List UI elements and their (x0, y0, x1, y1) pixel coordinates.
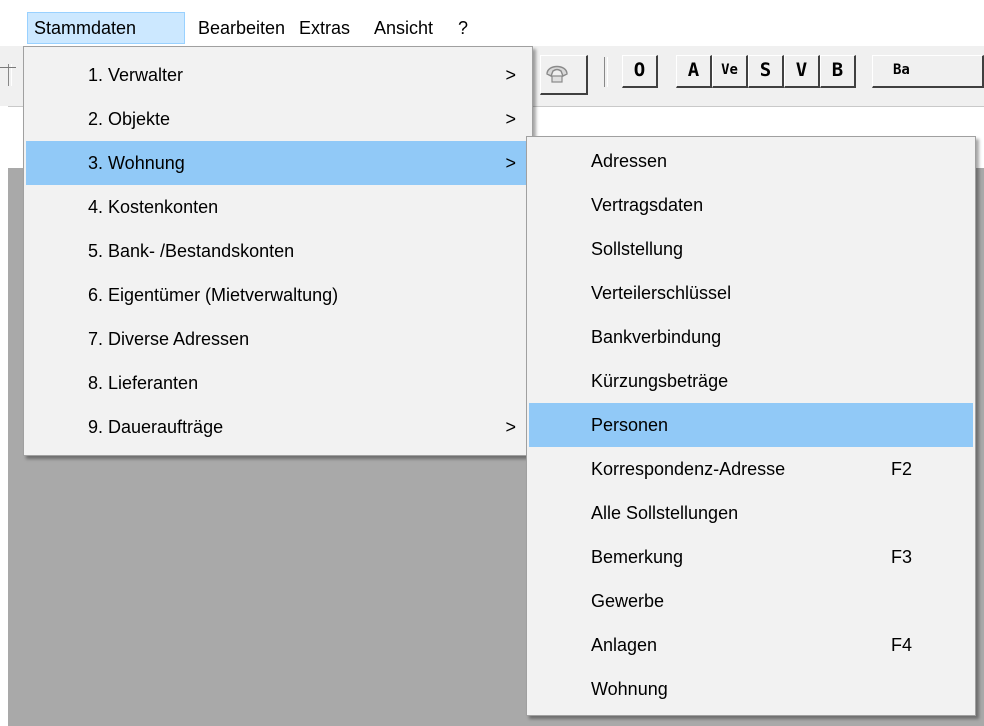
menu-bar: Stammdaten Bearbeiten Extras Ansicht ? (0, 0, 984, 46)
menu-item-bestandskonten[interactable]: 5. Bank- /Bestandskonten (26, 229, 530, 273)
menu-bearbeiten[interactable]: Bearbeiten (192, 12, 291, 44)
chevron-right-icon: > (505, 65, 516, 85)
menu-item-eigentuemer[interactable]: 6. Eigentümer (Mietverwaltung) (26, 273, 530, 317)
wohnung-submenu: Adressen Vertragsdaten Sollstellung Vert… (526, 136, 976, 716)
menu-item-wohnung[interactable]: 3. Wohnung > (26, 141, 530, 185)
toolbar-button-o[interactable]: O (622, 55, 658, 88)
menu-ansicht[interactable]: Ansicht (368, 12, 439, 44)
submenu-item-gewerbe[interactable]: Gewerbe (529, 579, 973, 623)
menu-stammdaten[interactable]: Stammdaten (27, 12, 185, 44)
chevron-right-icon: > (505, 417, 516, 437)
submenu-item-sollstellung[interactable]: Sollstellung (529, 227, 973, 271)
submenu-item-wohnung[interactable]: Wohnung (529, 667, 973, 711)
toolbar-button-ve[interactable]: Ve (712, 55, 748, 88)
submenu-item-verteilerschluessel[interactable]: Verteilerschlüssel (529, 271, 973, 315)
toolbar-separator (604, 57, 608, 87)
shortcut-label: F2 (891, 459, 913, 479)
submenu-item-korrespondenz-adresse[interactable]: Korrespondenz-Adresse F2 (529, 447, 973, 491)
menu-help[interactable]: ? (452, 12, 474, 44)
submenu-item-personen[interactable]: Personen (529, 403, 973, 447)
submenu-item-anlagen[interactable]: Anlagen F4 (529, 623, 973, 667)
menu-item-lieferanten[interactable]: 8. Lieferanten (26, 361, 530, 405)
phone-icon (541, 65, 573, 90)
stammdaten-menu: 1. Verwalter > 2. Objekte > 3. Wohnung >… (23, 46, 533, 456)
menu-item-kostenkonten[interactable]: 4. Kostenkonten (26, 185, 530, 229)
toolbar-button-v[interactable]: V (784, 55, 820, 88)
submenu-item-bemerkung[interactable]: Bemerkung F3 (529, 535, 973, 579)
toolbar-divider (0, 67, 16, 68)
menu-item-dauerauftraege[interactable]: 9. Daueraufträge > (26, 405, 530, 449)
submenu-item-adressen[interactable]: Adressen (529, 139, 973, 183)
submenu-item-bankverbindung[interactable]: Bankverbindung (529, 315, 973, 359)
toolbar-button-ba[interactable]: Ba (872, 55, 984, 88)
submenu-item-alle-sollstellungen[interactable]: Alle Sollstellungen (529, 491, 973, 535)
toolbar-button-s[interactable]: S (748, 55, 784, 88)
toolbar-button-a[interactable]: A (676, 55, 712, 88)
submenu-item-kuerzungsbetraege[interactable]: Kürzungsbeträge (529, 359, 973, 403)
submenu-item-vertragsdaten[interactable]: Vertragsdaten (529, 183, 973, 227)
workspace-border (0, 106, 8, 726)
shortcut-label: F3 (891, 547, 913, 567)
chevron-right-icon: > (505, 153, 516, 173)
shortcut-label: F4 (891, 635, 913, 655)
chevron-right-icon: > (505, 109, 516, 129)
menu-extras[interactable]: Extras (293, 12, 356, 44)
menu-item-diverse-adressen[interactable]: 7. Diverse Adressen (26, 317, 530, 361)
menu-item-objekte[interactable]: 2. Objekte > (26, 97, 530, 141)
menu-item-verwalter[interactable]: 1. Verwalter > (26, 53, 530, 97)
toolbar-button-b[interactable]: B (820, 55, 856, 88)
phone-button[interactable] (540, 55, 588, 95)
